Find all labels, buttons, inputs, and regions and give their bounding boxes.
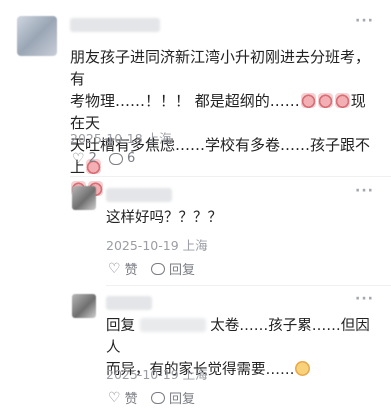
reply-label: 回复	[169, 392, 196, 407]
like-action[interactable]: ♡ 2	[72, 151, 97, 166]
reply-action[interactable]: 回复	[151, 259, 195, 278]
reply-label: 回复	[169, 263, 196, 278]
reply-prefix: 回复	[106, 318, 135, 334]
mention-blurred[interactable]	[139, 318, 206, 332]
more-dots-icon[interactable]: ···	[355, 183, 374, 199]
comment-date: 2025-10-18 上海	[70, 131, 172, 146]
avatar[interactable]	[72, 186, 96, 210]
divider	[106, 285, 391, 286]
comment-bubble-icon[interactable]	[151, 391, 165, 404]
emoji-icon	[334, 93, 350, 108]
like-label: 赞	[124, 392, 138, 407]
heart-icon[interactable]: ♡	[108, 391, 121, 405]
reply-action[interactable]: 回复	[151, 388, 195, 407]
like-action[interactable]: ♡ 赞	[108, 259, 138, 279]
heart-icon[interactable]: ♡	[72, 152, 85, 166]
reply-date: 2025-10-19 上海	[106, 238, 208, 253]
emoji-icon	[300, 93, 316, 108]
emoji-icon	[317, 93, 333, 108]
comment-line: 考物理……！！！ 都是超纲的……	[70, 92, 300, 110]
avatar[interactable]	[72, 294, 96, 318]
divider	[70, 176, 391, 177]
reply-date: 2025-10-19 上海	[106, 367, 208, 382]
more-dots-icon[interactable]: ···	[355, 291, 374, 307]
comment-bubble-icon[interactable]	[109, 152, 123, 165]
reply-text: 这样好吗？？？？	[106, 210, 222, 226]
username-blurred[interactable]	[106, 188, 172, 202]
comment-bubble-icon[interactable]	[151, 262, 165, 275]
like-action[interactable]: ♡ 赞	[108, 388, 138, 408]
username-blurred[interactable]	[70, 18, 160, 32]
like-label: 赞	[124, 263, 138, 278]
avatar[interactable]	[17, 16, 57, 56]
comment-action[interactable]: 6	[109, 151, 135, 166]
emoji-icon	[294, 361, 310, 376]
comment-line: 朋友孩子进同济新江湾小升初刚进去分班考，有	[70, 48, 371, 88]
username-blurred[interactable]	[106, 296, 152, 310]
comment-count: 6	[127, 151, 136, 166]
like-count: 2	[88, 151, 97, 166]
heart-icon[interactable]: ♡	[108, 262, 121, 276]
more-dots-icon[interactable]: ···	[355, 13, 374, 29]
